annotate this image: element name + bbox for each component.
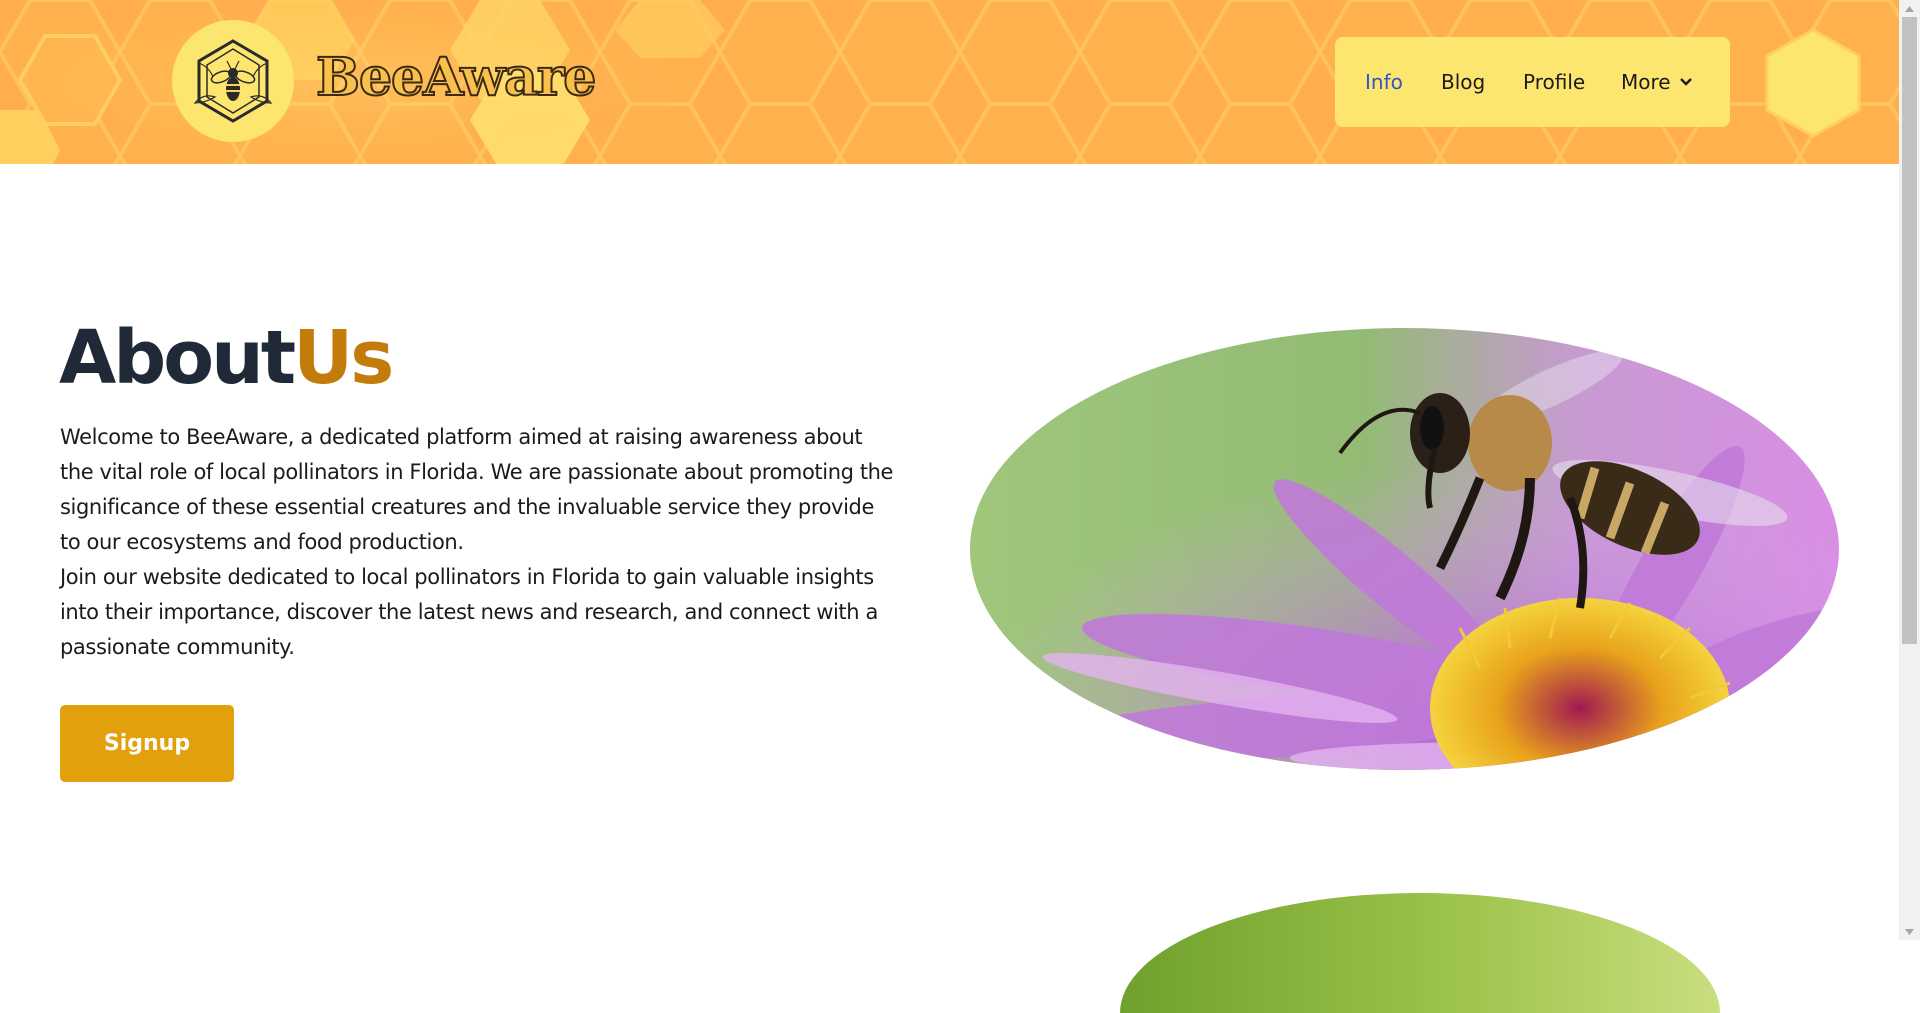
page-scrollbar[interactable] <box>1899 0 1920 940</box>
brand-logo-text[interactable]: BeeAware <box>315 46 597 110</box>
page-title: AboutUs <box>59 315 394 401</box>
decorative-hexagon <box>1765 28 1861 138</box>
about-paragraph-2: Join our website dedicated to local poll… <box>60 565 878 659</box>
scroll-up-arrow[interactable] <box>1899 0 1920 17</box>
nav-link-profile[interactable]: Profile <box>1523 37 1585 127</box>
scrollbar-thumb[interactable] <box>1902 17 1917 644</box>
arrow-down-icon <box>1905 928 1914 935</box>
about-description: Welcome to BeeAware, a dedicated platfor… <box>60 420 900 665</box>
title-part-about: About <box>59 315 296 401</box>
logo-badge[interactable] <box>172 20 294 142</box>
nav-more-label: More <box>1621 70 1671 94</box>
chevron-down-icon <box>1679 78 1692 86</box>
about-paragraph-1: Welcome to BeeAware, a dedicated platfor… <box>60 425 894 554</box>
main-nav: Info Blog Profile More <box>1335 37 1730 127</box>
title-part-us: Us <box>293 315 394 401</box>
nav-link-info[interactable]: Info <box>1365 37 1403 127</box>
arrow-up-icon <box>1905 5 1914 12</box>
site-header: BeeAware Info Blog Profile More <box>0 0 1899 164</box>
nav-dropdown-more[interactable]: More <box>1621 37 1693 127</box>
bee-hexagon-icon <box>193 39 273 123</box>
second-pollinator-image <box>1120 893 1720 1013</box>
signup-button[interactable]: Signup <box>60 705 234 782</box>
bee-on-flower-image <box>970 328 1839 770</box>
scroll-down-arrow[interactable] <box>1899 923 1920 940</box>
nav-link-blog[interactable]: Blog <box>1441 37 1485 127</box>
